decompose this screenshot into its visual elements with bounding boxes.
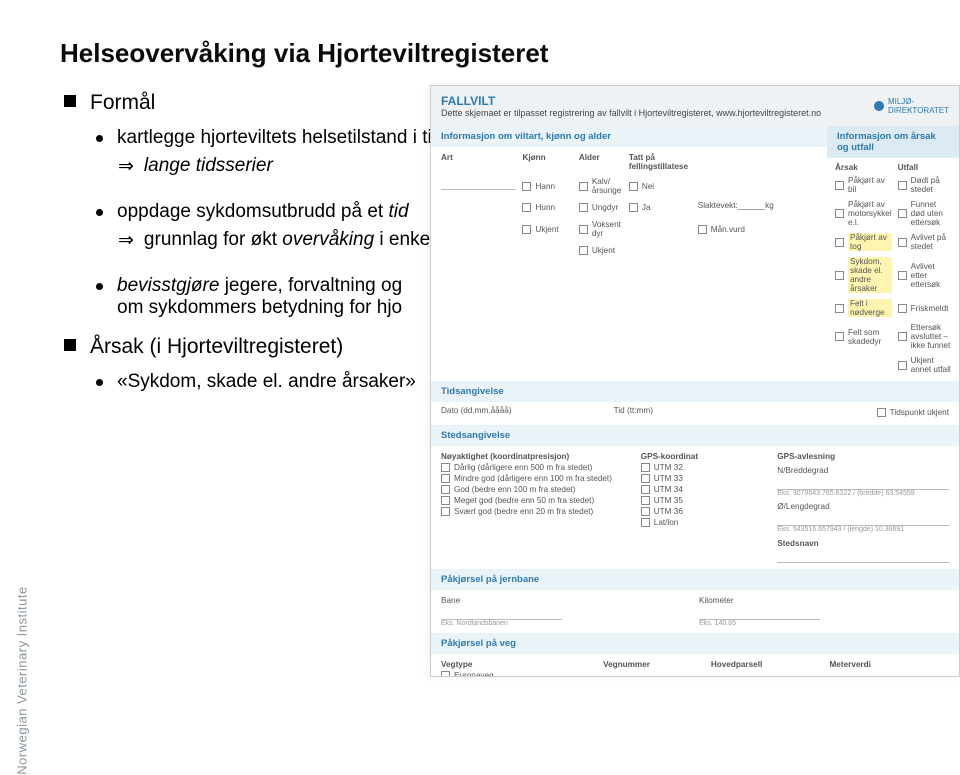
sidebar-institute-label: Norwegian Veterinary Institute [15, 586, 30, 774]
section-jernbane: Påkjørsel på jernbane [431, 569, 959, 590]
section-arsak: Informasjon om årsak og utfall [827, 126, 959, 158]
sub-label: oppdage sykdomsutbrudd på et tid [117, 201, 409, 223]
jernbane-row: BaneEks. Nordlandsbanen KilometerEks. 14… [431, 590, 959, 633]
dot-bullet-icon [96, 283, 103, 290]
highlight-pakjort-tog: Påkjørt av tog [848, 233, 892, 251]
dot-bullet-icon [96, 135, 103, 142]
form-subtitle: Dette skjemaet er tilpasset registrering… [441, 108, 821, 118]
section-info: Informasjon om viltart, kjønn og alder [431, 126, 827, 147]
sidebar: Norwegian Veterinary Institute [0, 0, 45, 728]
tid-row: Dato (dd.mm.åååå) Tid (tt:mm) Tidspunkt … [431, 402, 959, 425]
arrow-label: grunnlag for økt overvåking i enke [144, 229, 430, 251]
arrow-icon: ⇒ [118, 155, 134, 179]
section-tid: Tidsangivelse [431, 381, 959, 402]
veg-grid: Vegtype Europaveg Fylkesveg Kommunal veg… [431, 654, 959, 677]
logo-icon [874, 101, 884, 111]
dot-bullet-icon [96, 379, 103, 386]
agency-logo: MILJØ- DIREKTORATET [874, 94, 949, 118]
page-title: Helseovervåking via Hjorteviltregisteret [60, 38, 940, 69]
sub-label: bevisstgjøre jegere, forvaltning og om s… [117, 275, 402, 319]
dot-bullet-icon [96, 209, 103, 216]
sted-grid: Nøyaktighet (koordinatpresisjon) Dårlig … [431, 446, 959, 569]
arrow-icon: ⇒ [118, 229, 134, 253]
outline-item-label: Årsak (i Hjorteviltregisteret) [90, 335, 343, 359]
fallvilt-form-overlay: FALLVILT Dette skjemaet er tilpasset reg… [430, 85, 960, 677]
highlight-sykdom: Sykdom, skade el. andre årsaker [848, 257, 892, 293]
section-veg: Påkjørsel på veg [431, 633, 959, 654]
outline-item-label: Formål [90, 91, 155, 115]
form-brand: FALLVILT [441, 94, 821, 108]
arrow-label: lange tidsserier [144, 155, 273, 177]
section-sted: Stedsangivelse [431, 425, 959, 446]
square-bullet-icon [64, 339, 76, 351]
sub-label: «Sykdom, skade el. andre årsaker» [117, 371, 416, 393]
square-bullet-icon [64, 95, 76, 107]
form-header: FALLVILT Dette skjemaet er tilpasset reg… [431, 86, 959, 126]
info-grid: Art Kjønn Alder Tatt på fellingstillates… [431, 147, 827, 265]
highlight-nodverge: Felt i nødverge [848, 299, 892, 317]
